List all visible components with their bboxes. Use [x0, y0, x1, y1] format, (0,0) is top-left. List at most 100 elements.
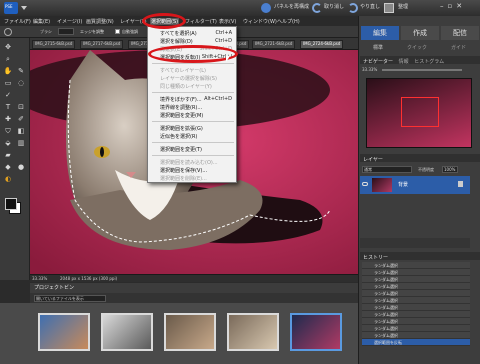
move-tool-icon[interactable]: ✥	[3, 42, 13, 52]
marquee-tool-icon[interactable]: ▭	[3, 78, 13, 88]
quick-selection-tool-icon[interactable]: ✓	[3, 90, 13, 100]
layer-row[interactable]: 背景	[360, 176, 470, 194]
menu-filter[interactable]: フィルター(T)	[185, 18, 217, 25]
history-panel-title: ヒストリー	[360, 252, 480, 261]
history-item[interactable]: ランダム選択	[362, 297, 470, 304]
menu-file[interactable]: ファイル(F)	[4, 18, 31, 25]
menu-item-modify[interactable]: 選択範囲を変更(M)	[160, 112, 203, 119]
history-item[interactable]: ランダム選択	[362, 304, 470, 311]
menu-item-select-all[interactable]: すべてを選択(A)	[160, 30, 197, 37]
gradient-tool-icon[interactable]: ▥	[16, 138, 26, 148]
menu-item-feather[interactable]: 境界をぼかす(F)...	[160, 96, 202, 103]
subtab-full[interactable]: 標準	[373, 44, 383, 51]
reconstruct-panels-button[interactable]: パネルを再構成	[274, 5, 309, 10]
navigator-zoom-slider[interactable]	[382, 69, 462, 71]
foreground-color-swatch[interactable]	[5, 198, 17, 210]
menu-item-grow[interactable]: 選択範囲を拡張(G)	[160, 125, 203, 132]
doc-tab[interactable]: IMG_2715-6kB.psd	[32, 40, 76, 49]
auto-enhance-checkbox[interactable]	[115, 29, 120, 34]
app-logo-text: PSE	[5, 4, 13, 9]
menu-item-similar-layers[interactable]: 同じ種類のレイヤー(Y)	[160, 83, 212, 90]
zoom-tool-icon[interactable]: ⌕	[3, 54, 13, 64]
type-tool-icon[interactable]: T	[3, 102, 13, 112]
info-tab[interactable]: 情報	[399, 59, 409, 65]
doc-tab[interactable]: IMG_2717-6kB.psd	[80, 40, 124, 49]
organizer-icon[interactable]	[384, 3, 394, 13]
menu-item-similar[interactable]: 近似色を選択(R)	[160, 133, 197, 140]
bin-thumbnail[interactable]	[38, 313, 90, 351]
menu-item-refine-edge[interactable]: 境界線を調整(R)...	[160, 104, 202, 111]
history-item[interactable]: ランダム選択	[362, 262, 470, 269]
menu-image[interactable]: イメージ(I)	[57, 18, 82, 25]
menu-item-all-layers[interactable]: すべてのレイヤー(L)	[160, 67, 206, 74]
menu-window[interactable]: ウィンドウ(W)	[243, 18, 277, 25]
subtab-guided[interactable]: ガイド	[451, 44, 466, 51]
history-item[interactable]: ランダム選択	[362, 276, 470, 283]
menu-item-save-selection[interactable]: 選択範囲を保存(V)...	[160, 167, 207, 174]
tab-share[interactable]: 配信	[441, 26, 479, 40]
menu-item-delete-selection[interactable]: 選択範囲を削除(E)...	[160, 175, 207, 182]
history-item[interactable]: ランダム選択	[362, 318, 470, 325]
lasso-tool-icon[interactable]: ◌	[16, 78, 26, 88]
crop-tool-icon[interactable]: ⊡	[16, 102, 26, 112]
history-item[interactable]: ランダム選択	[362, 290, 470, 297]
hand-tool-icon[interactable]: ✋	[3, 66, 13, 76]
menu-item-load-selection[interactable]: 選択範囲を読み込む(O)...	[160, 159, 218, 166]
redo-button[interactable]: やり直し	[360, 5, 380, 10]
menu-edit[interactable]: 編集(E)	[33, 18, 50, 25]
menu-separator	[152, 121, 234, 122]
redo-icon[interactable]	[348, 3, 358, 13]
history-item-current[interactable]: 選択範囲を反転	[362, 339, 470, 346]
histogram-tab[interactable]: ヒストグラム	[414, 59, 444, 65]
brush-size-field[interactable]	[58, 28, 74, 35]
tab-edit[interactable]: 編集	[361, 26, 399, 40]
tab-create[interactable]: 作成	[401, 26, 439, 40]
menu-help[interactable]: ヘルプ(H)	[277, 18, 300, 25]
navigator-zoom: 33.33%	[362, 67, 378, 72]
undo-button[interactable]: 取り消し	[324, 5, 344, 10]
menu-item-transform[interactable]: 選択範囲を変更(T)	[160, 146, 202, 153]
doc-tab[interactable]: IMG_2721-6kB.psd	[252, 40, 296, 49]
bin-thumbnail-selected[interactable]	[290, 313, 342, 351]
shape-tool-icon[interactable]: ▰	[3, 150, 13, 160]
sponge-tool-icon[interactable]: ●	[16, 162, 26, 172]
doc-tab-active[interactable]: IMG_2724-6kB.psd	[300, 40, 344, 49]
eye-icon[interactable]	[362, 182, 368, 186]
menu-separator	[152, 92, 234, 93]
quick-selection-icon[interactable]	[4, 28, 12, 36]
menu-separator	[152, 142, 234, 143]
brush-tool-icon[interactable]: ✐	[16, 114, 26, 124]
bin-show-dropdown[interactable]: 開いているファイルを表示	[34, 295, 106, 302]
history-item[interactable]: ランダム選択	[362, 311, 470, 318]
red-eye-tool-icon[interactable]: ◐	[3, 174, 13, 184]
eraser-tool-icon[interactable]: ◧	[16, 126, 26, 136]
menu-item-deselect-layers[interactable]: レイヤーの選択を解除(S)	[160, 75, 217, 82]
window-controls[interactable]: –▫✕	[440, 3, 466, 10]
navigator-view-box[interactable]	[401, 97, 439, 127]
menu-view[interactable]: 表示(V)	[219, 18, 236, 25]
stamp-tool-icon[interactable]: ⛉	[3, 126, 13, 136]
project-bin-title: プロジェクトビン	[34, 285, 75, 291]
history-item[interactable]: ランダム選択	[362, 269, 470, 276]
history-item[interactable]: ランダム選択	[362, 283, 470, 290]
refine-edge-button[interactable]: エッジを調整	[80, 30, 104, 34]
menu-item-deselect[interactable]: 選択を解除(D)	[160, 38, 193, 45]
chevron-down-icon[interactable]	[21, 6, 27, 10]
navigator-tab[interactable]: ナビゲーター	[363, 59, 393, 65]
blend-mode-select[interactable]: 通常	[362, 166, 412, 173]
blur-tool-icon[interactable]: ◆	[3, 162, 13, 172]
paint-bucket-tool-icon[interactable]: ⬙	[3, 138, 13, 148]
opacity-value[interactable]: 100%	[442, 166, 458, 173]
history-item[interactable]: ランダム選択	[362, 332, 470, 339]
organizer-button[interactable]: 整理	[398, 5, 408, 10]
healing-tool-icon[interactable]: ✚	[3, 114, 13, 124]
menu-enhance[interactable]: 画質調整(N)	[86, 18, 114, 25]
bin-thumbnail[interactable]	[227, 313, 279, 351]
history-item[interactable]: ランダム選択	[362, 325, 470, 332]
reconstruct-panels-icon[interactable]	[261, 3, 271, 13]
eyedropper-tool-icon[interactable]: ✎	[16, 66, 26, 76]
undo-icon[interactable]	[312, 3, 322, 13]
bin-thumbnail[interactable]	[101, 313, 153, 351]
bin-thumbnail[interactable]	[164, 313, 216, 351]
subtab-quick[interactable]: クイック	[407, 44, 427, 51]
